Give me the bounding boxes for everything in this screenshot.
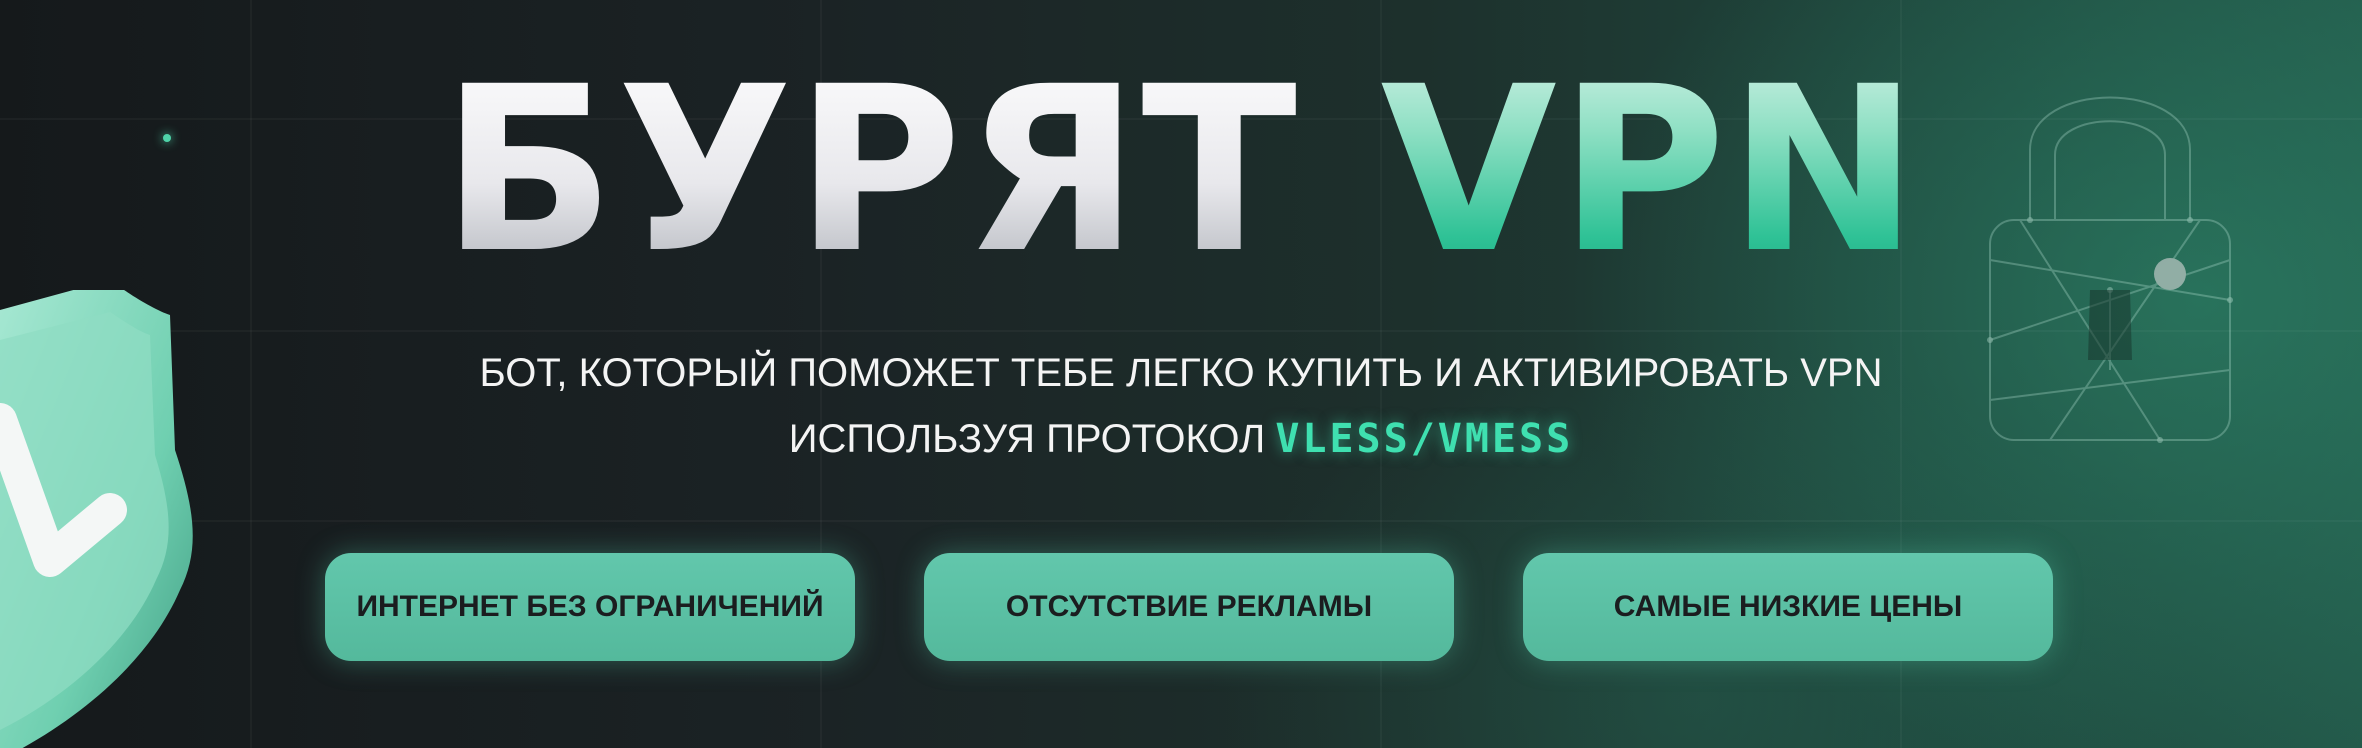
vpn-banner: БУРЯТ VPN БОТ, КОТОРЫЙ ПОМОЖЕТ ТЕБЕ ЛЕГК… (0, 0, 2362, 748)
protocol-label: VLESS/VMESS (1275, 416, 1574, 462)
feature-no-ads: ОТСУТСТВИЕ РЕКЛАМЫ (924, 553, 1454, 661)
title-word-vpn: VPN (1380, 37, 1921, 303)
feature-label: ОТСУТСТВИЕ РЕКЛАМЫ (1005, 590, 1373, 623)
feature-label: ИНТЕРНЕТ БЕЗ ОГРАНИЧЕНИЙ (356, 590, 824, 623)
feature-unlimited-internet: ИНТЕРНЕТ БЕЗ ОГРАНИЧЕНИЙ (325, 553, 855, 661)
page-title: БУРЯТ VPN (0, 40, 2362, 300)
subtitle-line-2: ИСПОЛЬЗУЯ ПРОТОКОЛ VLESS/VMESS (0, 414, 2362, 464)
feature-lowest-prices: САМЫЕ НИЗКИЕ ЦЕНЫ (1523, 553, 2053, 661)
grid-line (0, 520, 2362, 522)
subtitle-line-1: БОТ, КОТОРЫЙ ПОМОЖЕТ ТЕБЕ ЛЕГКО КУПИТЬ И… (479, 351, 1883, 395)
title-word-buryat: БУРЯТ (441, 37, 1299, 303)
subtitle-line-2-text: ИСПОЛЬЗУЯ ПРОТОКОЛ (788, 417, 1266, 461)
feature-label: САМЫЕ НИЗКИЕ ЦЕНЫ (1613, 590, 1963, 623)
